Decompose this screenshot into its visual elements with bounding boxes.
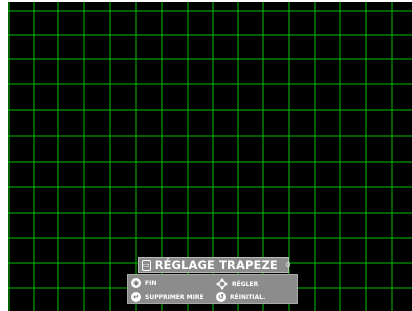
option-fin[interactable]: ◉ FIN bbox=[131, 278, 156, 288]
reset-icon: ↺ bbox=[216, 292, 226, 302]
option-regler-label: RÉGLER bbox=[232, 280, 259, 288]
option-reinitial-label: RÉINITIAL. bbox=[230, 293, 266, 301]
keystone-title-bar: ▭ RÉGLAGE TRAPEZE 0 bbox=[138, 257, 291, 273]
keystone-icon: ▭ bbox=[142, 259, 151, 271]
option-supprimer-mire[interactable]: ↵ SUPPRIMER MIRE bbox=[131, 292, 204, 302]
option-regler[interactable]: RÉGLER bbox=[216, 278, 258, 290]
osd-options-panel: ◉ FIN RÉGLER ↵ SUPPRIMER MIRE ↺ RÉINITIA… bbox=[127, 274, 298, 304]
move-arrows-icon bbox=[216, 278, 228, 290]
option-supprimer-mire-label: SUPPRIMER MIRE bbox=[145, 293, 204, 301]
osd-title: RÉGLAGE TRAPEZE bbox=[154, 258, 278, 272]
keystone-value: 0 bbox=[285, 261, 291, 269]
option-reinitial[interactable]: ↺ RÉINITIAL. bbox=[216, 292, 265, 302]
eye-icon: ◉ bbox=[131, 278, 141, 288]
enter-icon: ↵ bbox=[131, 292, 141, 302]
option-fin-label: FIN bbox=[145, 279, 157, 287]
